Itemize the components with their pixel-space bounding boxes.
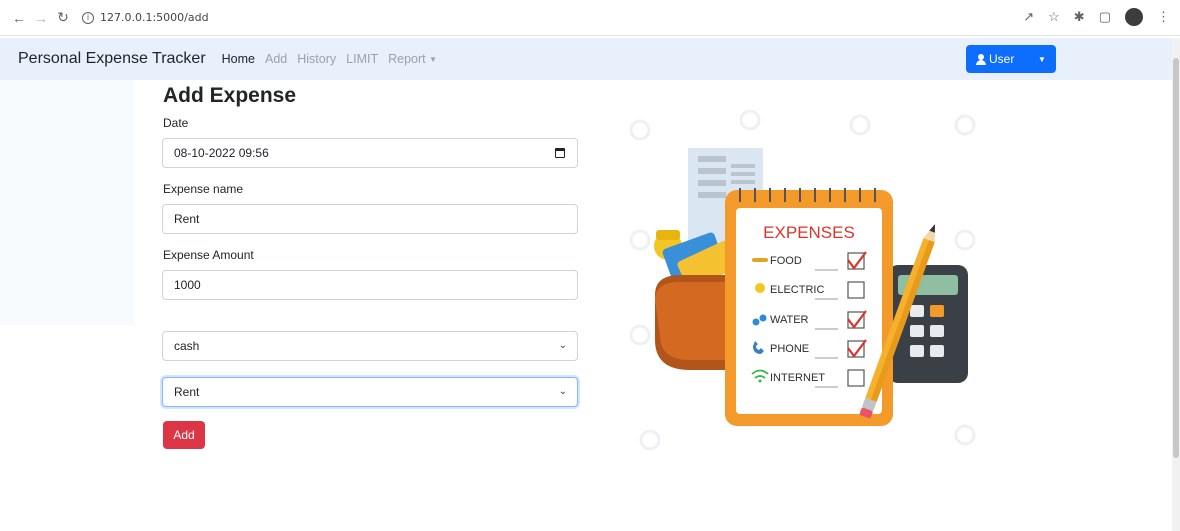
date-input[interactable]: 08-10-2022 09:56 [162,138,578,168]
share-icon[interactable]: ↗ [1023,9,1034,25]
user-menu-button[interactable]: User ▼ [966,45,1056,73]
chevron-down-icon: ⌄ [558,386,567,397]
back-arrow-icon[interactable]: ← [8,7,30,29]
expense-amount-label: Expense Amount [163,248,254,262]
category-value: Rent [174,385,200,399]
payment-method-select[interactable]: cash ⌄ [162,331,578,361]
date-label: Date [163,116,189,130]
calendar-icon[interactable] [555,148,565,158]
payment-method-value: cash [174,339,200,353]
expense-amount-value: 1000 [174,278,201,292]
side-panel-icon[interactable]: ▢ [1099,9,1111,25]
nav-link-history[interactable]: History [297,52,336,66]
water-drop-icon [752,318,760,326]
browser-toolbar: ← → ↻ i 127.0.0.1:5000/add ↗ ☆ ✱ ▢ ⋮ [0,0,1180,36]
nav-link-home[interactable]: Home [222,52,255,66]
expense-name-label: Expense name [163,182,244,196]
profile-avatar[interactable] [1125,8,1143,26]
user-icon [976,53,986,65]
item-electric-label: ELECTRIC [770,284,824,296]
left-background-panel [0,80,134,325]
item-phone-label: PHONE [770,343,809,355]
chevron-down-icon: ⌄ [558,340,567,351]
item-water-label: WATER [770,314,809,326]
browser-menu-icon[interactable]: ⋮ [1157,9,1170,25]
reload-icon[interactable]: ↻ [52,7,74,29]
nav-link-report-dropdown[interactable]: Report ▼ [388,52,437,66]
category-select[interactable]: Rent ⌄ [162,377,578,407]
add-button[interactable]: Add [163,421,205,449]
food-icon [752,258,768,262]
lightbulb-icon [755,283,765,293]
item-food-label: FOOD [770,255,802,267]
expense-name-value: Rent [174,212,200,226]
app-navbar: Personal Expense Tracker Home Add Histor… [0,38,1172,80]
notepad-icon: EXPENSES FOOD ELECTRIC WATER PHONE INTER… [725,188,893,426]
forward-arrow-icon[interactable]: → [30,7,52,29]
nav-link-add[interactable]: Add [265,52,287,66]
nav-links: Home Add History LIMIT Report ▼ [222,52,437,66]
expense-name-input[interactable]: Rent [162,204,578,234]
user-button-label: User [989,52,1015,66]
address-bar[interactable]: i 127.0.0.1:5000/add [82,11,209,24]
notepad-title: EXPENSES [763,223,855,242]
date-input-value: 08-10-2022 09:56 [174,146,269,160]
extensions-icon[interactable]: ✱ [1074,9,1085,25]
site-info-icon[interactable]: i [82,11,94,24]
bookmark-star-icon[interactable]: ☆ [1048,9,1060,25]
user-dropdown-toggle-icon[interactable]: ▼ [1028,45,1056,73]
nav-link-report-label: Report [388,52,426,66]
expense-amount-input[interactable]: 1000 [162,270,578,300]
caret-down-icon: ▼ [429,55,438,65]
navbar-brand[interactable]: Personal Expense Tracker [18,50,206,68]
item-internet-label: INTERNET [770,372,825,384]
address-bar-url: 127.0.0.1:5000/add [100,11,209,24]
page-scrollbar[interactable] [1172,38,1180,531]
scrollbar-thumb[interactable] [1173,58,1179,458]
nav-link-limit[interactable]: LIMIT [346,52,378,66]
expenses-illustration: EXPENSES FOOD ELECTRIC WATER PHONE INTER… [629,109,976,451]
page-title: Add Expense [163,84,297,107]
